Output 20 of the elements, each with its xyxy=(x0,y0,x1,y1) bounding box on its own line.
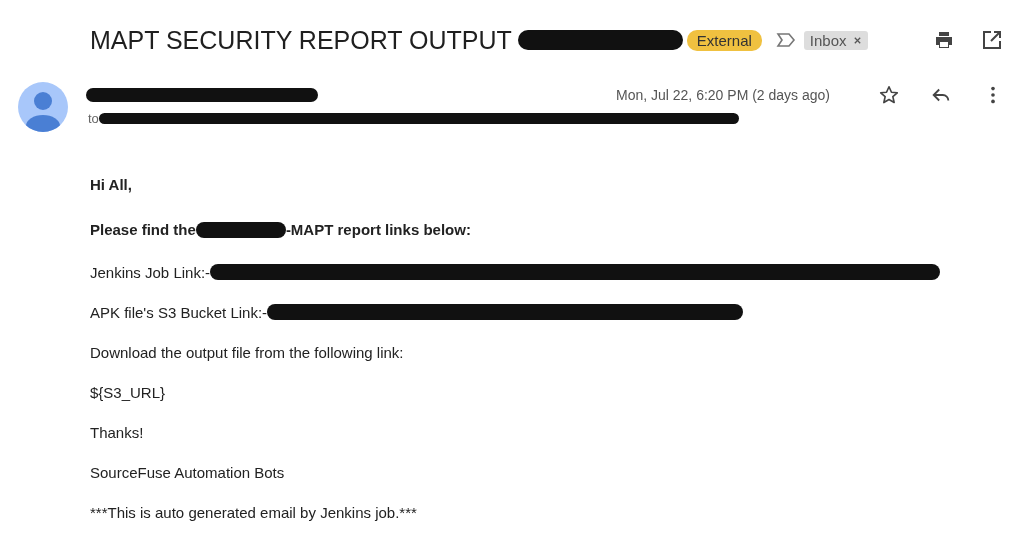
inbox-label[interactable]: Inbox xyxy=(803,30,868,50)
importance-marker-icon[interactable] xyxy=(775,32,796,48)
body-text: ${S3_URL} xyxy=(90,383,166,401)
open-in-new-window-icon[interactable] xyxy=(980,28,1004,52)
recipients-label: to xyxy=(88,110,99,126)
body-text: APK file's S3 Bucket Link:- xyxy=(90,303,268,321)
body-text: SourceFuse Automation Bots xyxy=(90,463,285,481)
body-text: Hi All, xyxy=(90,176,132,193)
external-label: External xyxy=(686,29,762,51)
close-icon[interactable] xyxy=(852,35,862,45)
body-text: Download the output file from the following link: xyxy=(90,343,404,361)
body-text: Jenkins Job Link:- xyxy=(90,263,211,281)
avatar xyxy=(18,82,68,132)
star-icon[interactable] xyxy=(878,84,900,106)
body-text: -MAPT report links below: xyxy=(285,221,471,238)
email-subject: MAPT SECURITY REPORT OUTPUT xyxy=(90,25,512,55)
body-text: Please find the xyxy=(90,221,196,238)
body-text: ***This is auto generated email by Jenkins job.*** xyxy=(90,503,417,521)
message-date: Mon, Jul 22, 6:20 PM (2 days ago) xyxy=(616,87,830,103)
body-text: Thanks! xyxy=(90,423,144,441)
